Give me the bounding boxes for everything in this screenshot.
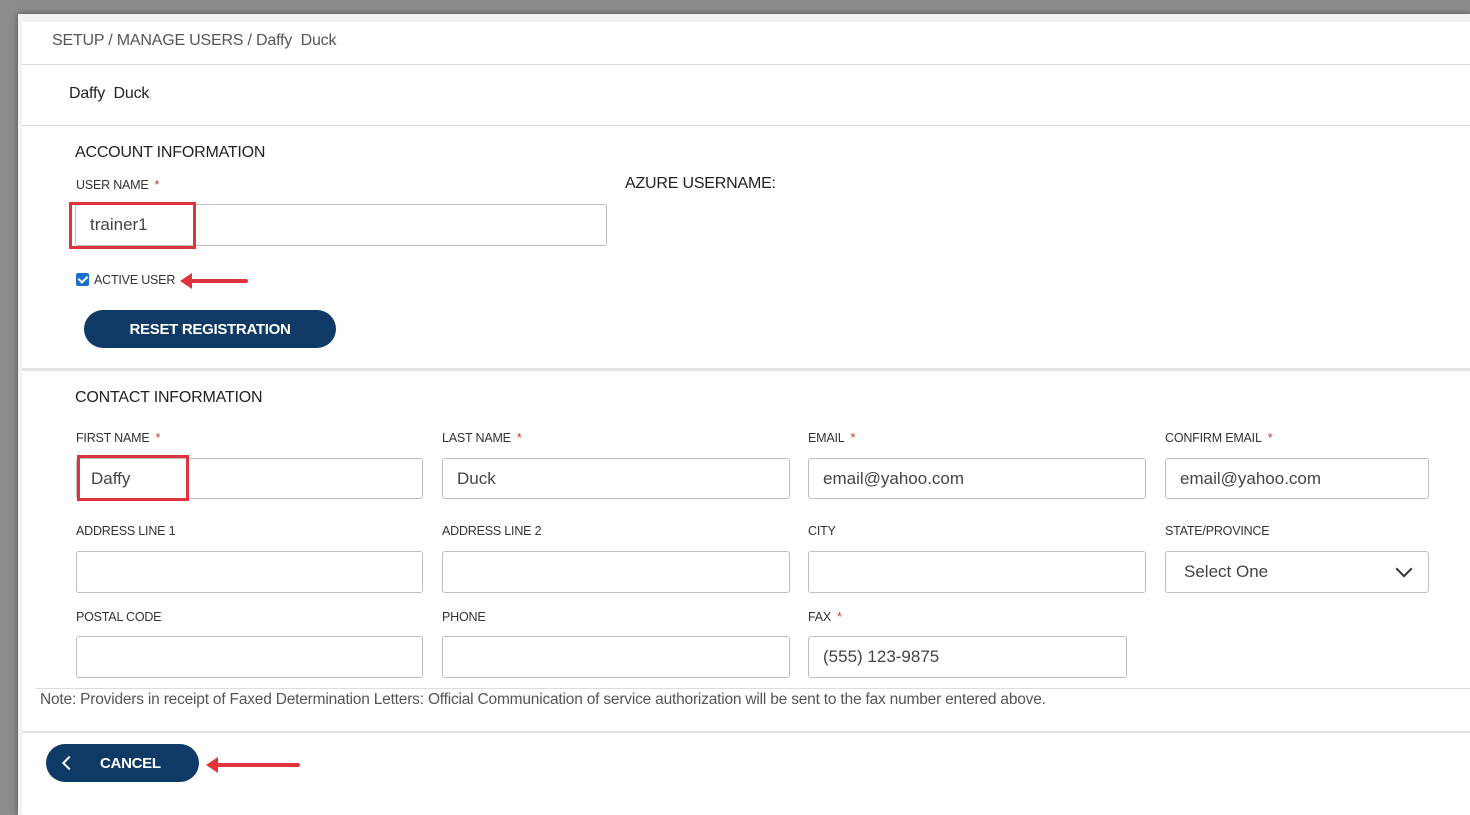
chevron-left-icon	[61, 755, 77, 771]
postal-code-label: POSTAL CODE	[76, 610, 162, 624]
email-label: EMAIL *	[808, 431, 856, 445]
last-name-input[interactable]	[442, 458, 790, 499]
fax-note: Note: Providers in receipt of Faxed Dete…	[40, 691, 1046, 708]
contact-section-title: CONTACT INFORMATION	[75, 389, 263, 406]
required-marker: *	[516, 431, 522, 445]
azure-username-label: AZURE USERNAME:	[625, 175, 776, 192]
user-name-highlight	[69, 202, 196, 249]
divider	[22, 731, 1470, 733]
active-user-checkbox[interactable]	[76, 273, 89, 286]
user-name-label: USER NAME *	[76, 178, 160, 192]
phone-input[interactable]	[442, 636, 790, 678]
required-marker: *	[837, 610, 842, 624]
city-label: CITY	[808, 524, 836, 538]
checkmark-icon	[77, 273, 88, 284]
first-name-highlight	[77, 455, 189, 501]
cancel-arrow-icon	[206, 757, 300, 773]
cancel-button[interactable]: CANCEL	[46, 744, 199, 782]
fax-input[interactable]	[808, 636, 1127, 678]
address2-label: ADDRESS LINE 2	[442, 524, 542, 538]
required-marker: *	[850, 431, 856, 445]
confirm-email-label: CONFIRM EMAIL *	[1165, 431, 1273, 445]
address2-input[interactable]	[442, 551, 790, 593]
postal-code-input[interactable]	[76, 636, 423, 678]
email-input[interactable]	[808, 458, 1146, 499]
cancel-label: CANCEL	[100, 754, 161, 772]
state-select-value: Select One	[1184, 562, 1269, 581]
reset-registration-button[interactable]: RESET REGISTRATION	[84, 310, 336, 348]
active-user-arrow-icon	[180, 273, 248, 289]
required-marker: *	[154, 178, 160, 192]
chevron-down-icon	[1395, 560, 1413, 578]
address1-label: ADDRESS LINE 1	[76, 524, 176, 538]
account-section-title: ACCOUNT INFORMATION	[75, 144, 266, 161]
divider	[22, 64, 1470, 65]
active-user-label: ACTIVE USER	[94, 273, 176, 287]
required-marker: *	[155, 431, 161, 445]
divider	[22, 368, 1470, 371]
address1-input[interactable]	[76, 551, 423, 593]
divider	[36, 688, 1470, 689]
first-name-label: FIRST NAME *	[76, 431, 161, 445]
divider	[22, 125, 1470, 126]
last-name-label: LAST NAME *	[442, 431, 522, 445]
state-select[interactable]: Select One	[1165, 551, 1429, 593]
confirm-email-input[interactable]	[1165, 458, 1429, 499]
city-input[interactable]	[808, 551, 1146, 593]
required-marker: *	[1267, 431, 1273, 445]
breadcrumb: SETUP / MANAGE USERS / Daffy Duck	[52, 32, 337, 49]
fax-label: FAX *	[808, 610, 842, 624]
page-title: Daffy Duck	[69, 85, 150, 102]
phone-label: PHONE	[442, 610, 486, 624]
state-label: STATE/PROVINCE	[1165, 524, 1270, 538]
